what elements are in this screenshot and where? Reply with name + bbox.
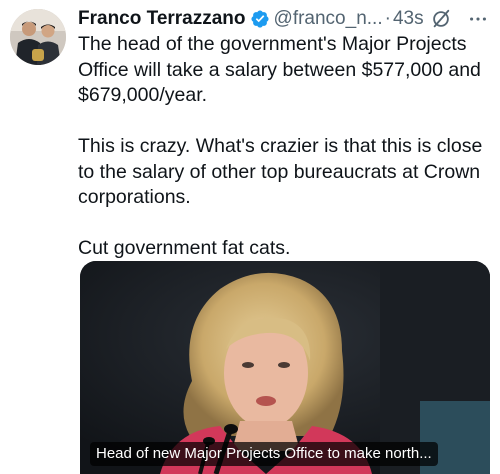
- link-card-title: Head of new Major Projects Office to mak…: [90, 442, 438, 466]
- avatar-photo: [10, 9, 66, 65]
- avatar[interactable]: [10, 9, 66, 65]
- grok-icon[interactable]: [430, 8, 452, 30]
- separator-dot: ·: [384, 8, 391, 29]
- author-handle[interactable]: @franco_n...: [274, 8, 383, 30]
- more-options-icon[interactable]: [466, 8, 490, 30]
- link-card-media[interactable]: Head of new Major Projects Office to mak…: [80, 261, 490, 474]
- author-name[interactable]: Franco Terrazzano: [78, 8, 246, 30]
- tweet-text: The head of the government's Major Proje…: [78, 32, 490, 262]
- verified-badge-icon: [250, 10, 269, 28]
- timestamp[interactable]: 43s: [393, 8, 424, 30]
- tweet-header: Franco Terrazzano @franco_n... · 43s: [78, 6, 490, 32]
- tweet-paragraph: The head of the government's Major Proje…: [78, 33, 481, 106]
- tweet-paragraph: This is crazy. What's crazier is that th…: [78, 135, 483, 208]
- tweet-paragraph: Cut government fat cats.: [78, 237, 291, 259]
